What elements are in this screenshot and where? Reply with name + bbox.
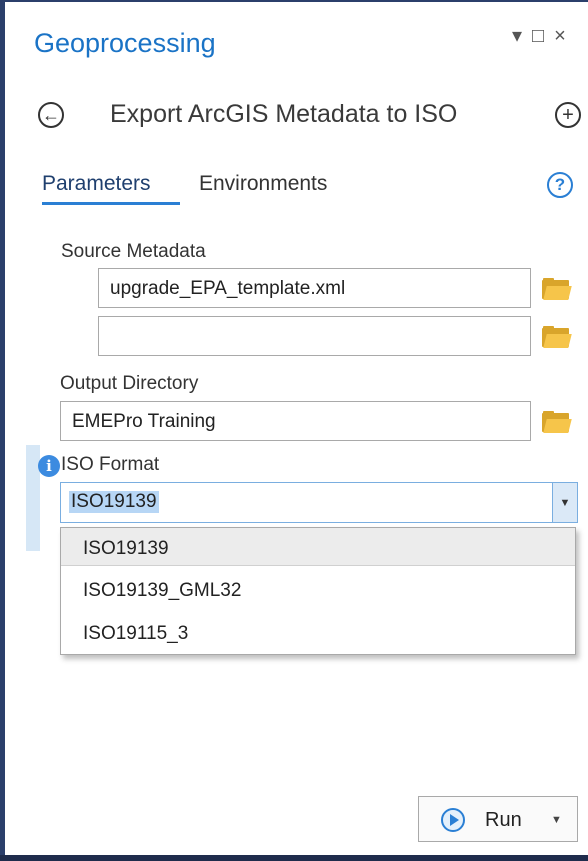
tab-environments[interactable]: Environments xyxy=(199,172,327,196)
close-icon[interactable]: × xyxy=(554,26,566,46)
tab-parameters[interactable]: Parameters xyxy=(42,172,151,196)
tool-title: Export ArcGIS Metadata to ISO xyxy=(110,100,458,128)
output-directory-label: Output Directory xyxy=(60,373,199,394)
iso-format-select[interactable]: ISO19139 ▼ xyxy=(60,482,578,523)
run-button[interactable]: Run ▼ xyxy=(418,796,578,842)
info-icon[interactable]: i xyxy=(38,455,60,477)
dropdown-option[interactable]: ISO19139 xyxy=(61,528,575,566)
help-icon[interactable]: ? xyxy=(547,172,573,198)
iso-format-selected-value: ISO19139 xyxy=(69,491,159,513)
pane-menu-icon[interactable]: ▾ xyxy=(512,26,522,46)
pane-title: Geoprocessing xyxy=(34,28,216,58)
dropdown-option[interactable]: ISO19115_3 xyxy=(61,613,575,651)
dropdown-arrow-icon[interactable]: ▼ xyxy=(552,483,577,522)
run-options-arrow-icon[interactable]: ▼ xyxy=(551,814,562,826)
add-icon[interactable]: + xyxy=(555,102,581,128)
output-directory-input[interactable]: EMEPro Training xyxy=(60,401,531,441)
browse-folder-icon[interactable] xyxy=(542,411,572,433)
tool-header: ← Export ArcGIS Metadata to ISO + xyxy=(38,98,583,134)
source-metadata-input[interactable]: upgrade_EPA_template.xml xyxy=(98,268,531,308)
iso-format-label: ISO Format xyxy=(61,454,160,475)
active-tab-indicator xyxy=(42,202,180,205)
window-controls: ▾ □ × xyxy=(512,26,566,46)
pane-bottom-border xyxy=(0,855,588,861)
source-metadata-input[interactable] xyxy=(98,316,531,356)
run-label: Run xyxy=(485,809,522,831)
source-metadata-label: Source Metadata xyxy=(61,241,206,262)
browse-folder-icon[interactable] xyxy=(542,326,572,348)
browse-folder-icon[interactable] xyxy=(542,278,572,300)
maximize-icon[interactable]: □ xyxy=(532,26,544,46)
dropdown-option[interactable]: ISO19139_GML32 xyxy=(61,570,575,608)
iso-format-dropdown-list: ISO19139 ISO19139_GML32 ISO19115_3 xyxy=(60,527,576,655)
back-arrow-icon[interactable]: ← xyxy=(38,102,64,128)
play-icon xyxy=(441,808,465,832)
